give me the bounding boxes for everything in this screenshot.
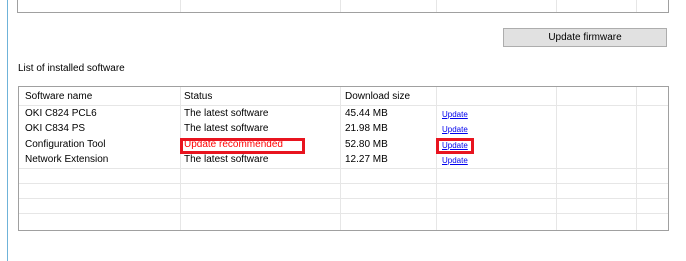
left-accent-rule bbox=[7, 0, 8, 261]
column-divider bbox=[340, 87, 341, 230]
software-status: The latest software bbox=[184, 108, 269, 119]
header-divider bbox=[19, 105, 668, 106]
row-divider bbox=[19, 183, 668, 184]
update-link[interactable]: Update bbox=[442, 154, 468, 168]
column-header-status[interactable]: Status bbox=[184, 90, 212, 104]
update-link[interactable]: Update bbox=[442, 123, 468, 137]
update-firmware-button[interactable]: Update firmware bbox=[503, 28, 667, 47]
download-size: 45.44 MB bbox=[345, 108, 388, 119]
download-size: 12.27 MB bbox=[345, 154, 388, 165]
software-status-alert: Update recommended bbox=[184, 139, 283, 150]
download-size: 21.98 MB bbox=[345, 123, 388, 134]
update-link[interactable]: Update bbox=[442, 108, 468, 122]
software-name: Configuration Tool bbox=[25, 139, 106, 150]
row-divider bbox=[19, 168, 668, 169]
row-divider bbox=[19, 213, 668, 214]
column-divider bbox=[636, 87, 637, 230]
software-name: OKI C834 PS bbox=[25, 123, 86, 134]
column-divider bbox=[436, 87, 437, 230]
previous-list-frame bbox=[17, 0, 669, 13]
row-divider bbox=[19, 198, 668, 199]
column-divider bbox=[556, 87, 557, 230]
software-status: The latest software bbox=[184, 123, 269, 134]
software-list-table: Software name Status Download size OKI C… bbox=[18, 86, 669, 231]
update-link-configuration-tool[interactable]: Update bbox=[442, 139, 468, 153]
software-status: The latest software bbox=[184, 154, 269, 165]
download-size: 52.80 MB bbox=[345, 139, 388, 150]
software-name: OKI C824 PCL6 bbox=[25, 108, 97, 119]
column-header-name[interactable]: Software name bbox=[25, 90, 92, 104]
column-divider bbox=[180, 87, 181, 230]
software-list-title: List of installed software bbox=[18, 63, 125, 74]
column-header-size[interactable]: Download size bbox=[345, 90, 410, 104]
software-name: Network Extension bbox=[25, 154, 109, 165]
